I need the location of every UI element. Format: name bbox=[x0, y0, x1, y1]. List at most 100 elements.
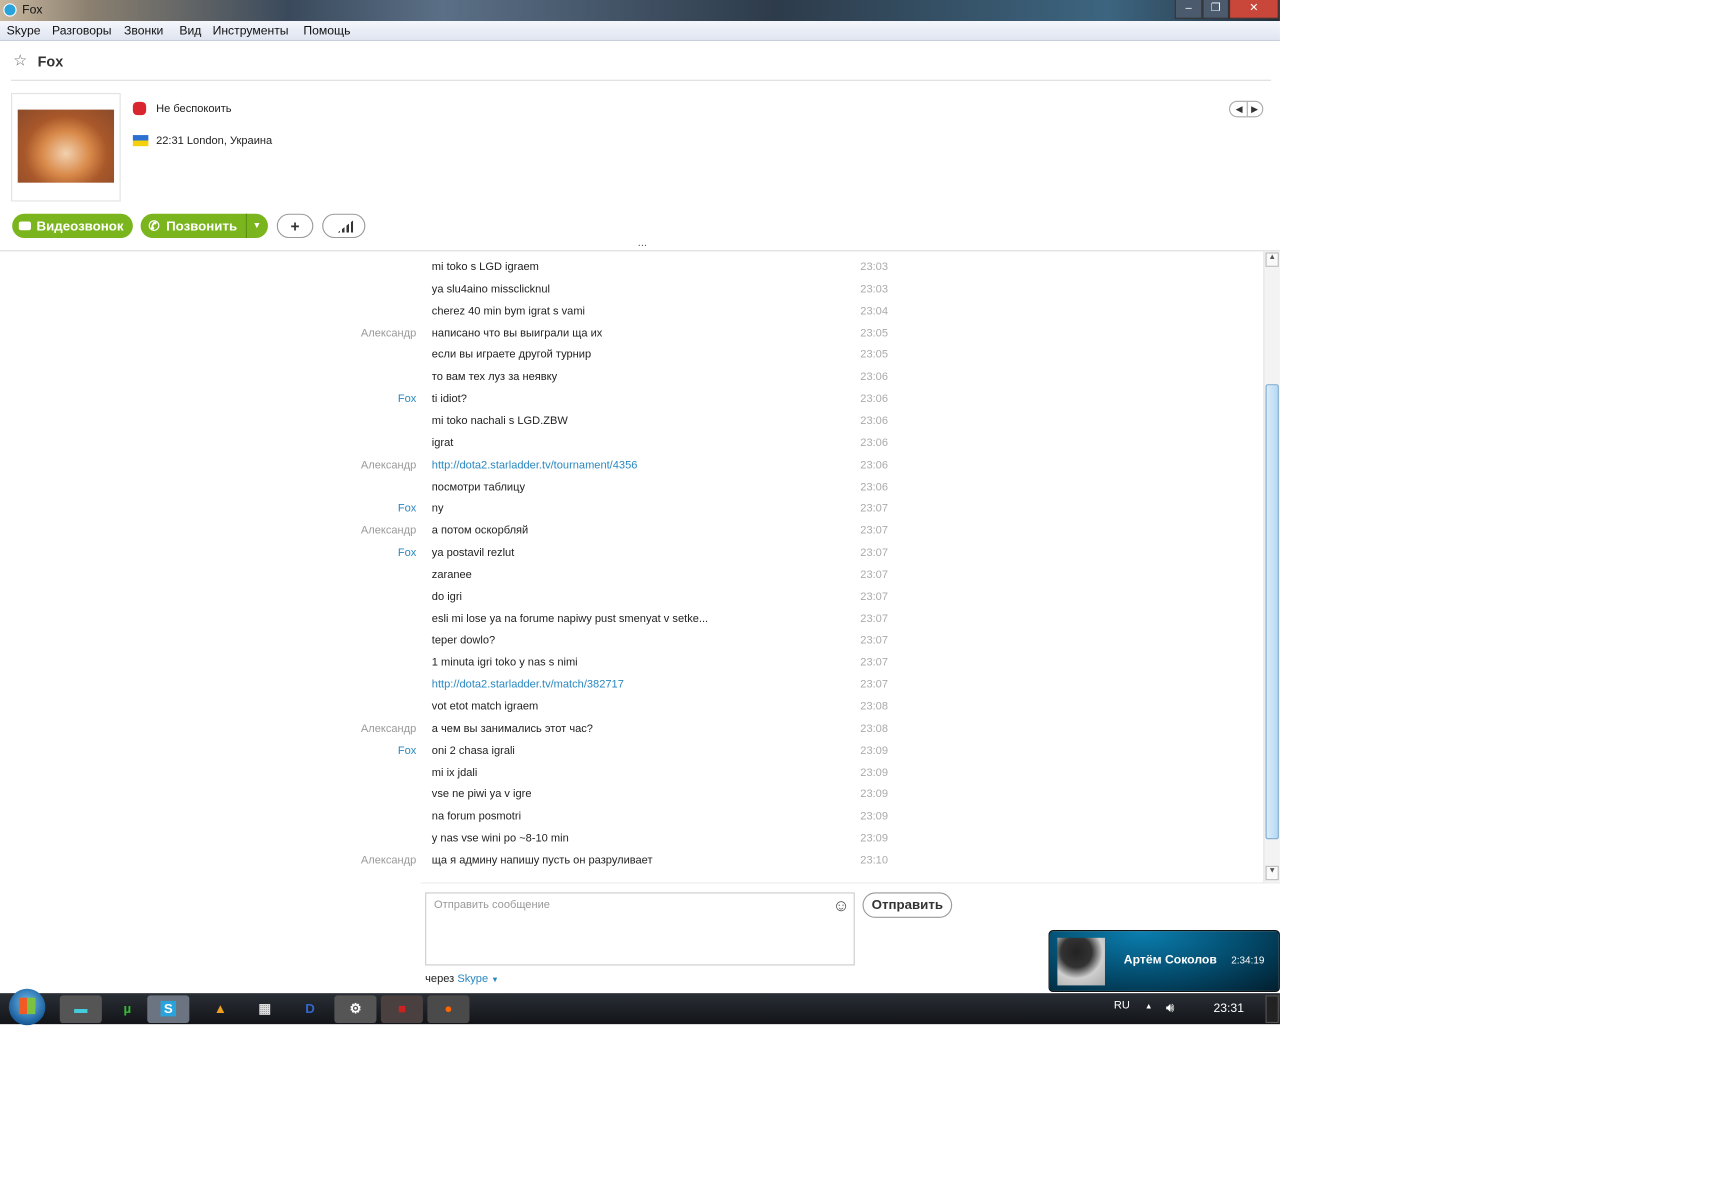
send-button[interactable]: Отправить bbox=[862, 892, 953, 918]
message-text: oni 2 chasa igrali bbox=[431, 744, 515, 757]
message-text: igrat bbox=[431, 437, 454, 450]
menu-conversations[interactable]: Разговоры bbox=[52, 24, 112, 37]
taskbar-app-dota[interactable]: ■ bbox=[380, 995, 423, 1024]
message-row: Fox ya postavil rezlut 23:07 bbox=[0, 543, 1262, 565]
message-text: vse ne piwi ya v igre bbox=[431, 788, 532, 801]
message-row: Fox ti idiot? 23:06 bbox=[0, 389, 1262, 411]
message-sender[interactable]: Александр bbox=[361, 718, 416, 740]
taskbar-app-steam[interactable]: ⚙ bbox=[334, 995, 377, 1024]
taskbar-app-daemon[interactable]: D bbox=[289, 995, 331, 1023]
message-time: 23:09 bbox=[860, 788, 889, 801]
message-row: cherez 40 min bym igrat s vami 23:04 bbox=[0, 301, 1262, 323]
message-text: ti idiot? bbox=[431, 393, 467, 406]
message-row: teper dowlo? 23:07 bbox=[0, 630, 1262, 652]
taskbar-app-printer[interactable]: ▬ bbox=[59, 995, 102, 1024]
message-time: 23:08 bbox=[860, 722, 889, 736]
call-button[interactable]: ✆ Позвонить ▼ bbox=[140, 213, 268, 239]
message-row: Александр http://dota2.starladder.tv/tou… bbox=[0, 455, 1262, 477]
start-button[interactable] bbox=[8, 988, 46, 1026]
separator bbox=[245, 213, 247, 239]
message-time: 23:07 bbox=[860, 656, 889, 670]
call-label: Позвонить bbox=[166, 218, 238, 234]
message-sender[interactable]: Александр bbox=[361, 455, 416, 477]
language-indicator[interactable]: RU bbox=[1114, 1000, 1130, 1012]
call-notification[interactable]: Артём Соколов 2:34:19 bbox=[1048, 930, 1280, 993]
do-not-disturb-icon bbox=[132, 101, 147, 116]
message-row: Fox oni 2 chasa igrali 23:09 bbox=[0, 740, 1262, 762]
message-text: ya slu4aino missclicknul bbox=[431, 283, 550, 296]
load-more-indicator[interactable]: ... bbox=[638, 237, 647, 249]
message-time: 23:07 bbox=[860, 568, 889, 582]
taskbar-app-aimp[interactable]: ▲ bbox=[199, 995, 241, 1023]
message-row: ya slu4aino missclicknul 23:03 bbox=[0, 279, 1262, 301]
avatar[interactable] bbox=[17, 109, 115, 183]
menu-view[interactable]: Вид bbox=[179, 24, 201, 37]
message-row: Александр а чем вы занимались этот час? … bbox=[0, 718, 1262, 740]
message-sender[interactable]: Александр bbox=[361, 521, 416, 543]
message-time: 23:05 bbox=[860, 327, 889, 340]
call-dropdown-icon[interactable]: ▼ bbox=[252, 214, 261, 238]
menu-skype[interactable]: Skype bbox=[7, 24, 41, 37]
taskbar-app-firefox[interactable]: ● bbox=[427, 995, 470, 1024]
close-button[interactable]: ✕ bbox=[1228, 0, 1279, 19]
message-row: vot etot match igraem 23:08 bbox=[0, 696, 1262, 718]
message-sender[interactable]: Fox bbox=[398, 389, 416, 411]
message-row: то вам тех луз за неявку 23:06 bbox=[0, 367, 1262, 389]
menu-help[interactable]: Помощь bbox=[303, 24, 350, 37]
message-time: 23:07 bbox=[860, 525, 889, 538]
message-time: 23:07 bbox=[860, 678, 889, 692]
message-link[interactable]: http://dota2.starladder.tv/tournament/43… bbox=[432, 455, 638, 477]
add-button[interactable]: + bbox=[276, 213, 314, 239]
message-link[interactable]: http://dota2.starladder.tv/match/382717 bbox=[432, 674, 624, 696]
chat-scrollbar[interactable]: ▲ ▼ bbox=[1263, 251, 1280, 883]
taskbar-app-skype[interactable]: S bbox=[147, 995, 190, 1024]
message-sender[interactable]: Fox bbox=[398, 543, 416, 565]
message-text: ща я админу напишу пусть он разруливает bbox=[431, 854, 653, 867]
message-sender[interactable]: Александр bbox=[361, 850, 416, 872]
message-placeholder: Отправить сообщение bbox=[434, 899, 550, 912]
scroll-thumb[interactable] bbox=[1265, 384, 1279, 840]
volume-icon[interactable]: 🔊︎ bbox=[1166, 1000, 1174, 1017]
message-text: 1 minuta igri toko y nas s nimi bbox=[431, 656, 578, 670]
scroll-up-icon[interactable]: ▲ bbox=[1265, 252, 1279, 267]
scroll-down-icon[interactable]: ▼ bbox=[1265, 865, 1279, 881]
show-desktop-button[interactable] bbox=[1265, 995, 1279, 1024]
message-row: mi toko s LGD igraem 23:03 bbox=[0, 257, 1262, 279]
minimize-button[interactable]: – bbox=[1174, 0, 1203, 19]
message-row: Fox ny 23:07 bbox=[0, 499, 1262, 521]
message-text: посмотри таблицу bbox=[431, 481, 525, 494]
video-call-button[interactable]: Видеозвонок bbox=[12, 213, 133, 239]
tray-expand-icon[interactable]: ▲ bbox=[1145, 1003, 1153, 1011]
message-text: mi toko nachali s LGD.ZBW bbox=[431, 415, 568, 428]
chevron-down-icon[interactable]: ▼ bbox=[491, 977, 499, 985]
emoticon-icon[interactable]: ☺ bbox=[833, 897, 850, 916]
divider bbox=[11, 79, 1272, 81]
message-text: если вы играете другой турнир bbox=[431, 349, 592, 362]
message-time: 23:06 bbox=[860, 459, 889, 472]
message-time: 23:09 bbox=[860, 832, 889, 845]
menu-tools[interactable]: Инструменты bbox=[213, 24, 289, 37]
message-time: 23:05 bbox=[860, 349, 889, 362]
restore-button[interactable]: ❐ bbox=[1202, 0, 1229, 19]
next-arrow-icon[interactable]: ▶ bbox=[1251, 102, 1258, 116]
nav-separator bbox=[1246, 101, 1248, 117]
message-text: na forum posmotri bbox=[431, 810, 522, 823]
message-time: 23:10 bbox=[860, 854, 889, 867]
call-quality-button[interactable] bbox=[322, 213, 366, 239]
taskbar-app-utorrent[interactable]: µ bbox=[106, 995, 148, 1023]
menu-calls[interactable]: Звонки bbox=[124, 24, 163, 37]
clock[interactable]: 23:31 bbox=[1213, 1002, 1243, 1015]
signal-bars-icon bbox=[337, 220, 354, 233]
taskbar-app-media[interactable]: ▦ bbox=[244, 995, 286, 1023]
message-input[interactable]: Отправить сообщение ☺ bbox=[425, 892, 855, 966]
message-text: ny bbox=[431, 503, 444, 516]
avatar-frame bbox=[11, 93, 121, 202]
prev-arrow-icon[interactable]: ◀ bbox=[1236, 102, 1243, 116]
message-time: 23:06 bbox=[860, 415, 889, 428]
message-sender[interactable]: Fox bbox=[398, 740, 416, 762]
message-time: 23:07 bbox=[860, 503, 889, 516]
message-sender[interactable]: Александр bbox=[361, 323, 416, 345]
favorite-star-icon[interactable]: ☆ bbox=[13, 51, 27, 70]
message-sender[interactable]: Fox bbox=[398, 499, 416, 521]
via-service-dropdown[interactable]: Skype bbox=[457, 973, 488, 985]
